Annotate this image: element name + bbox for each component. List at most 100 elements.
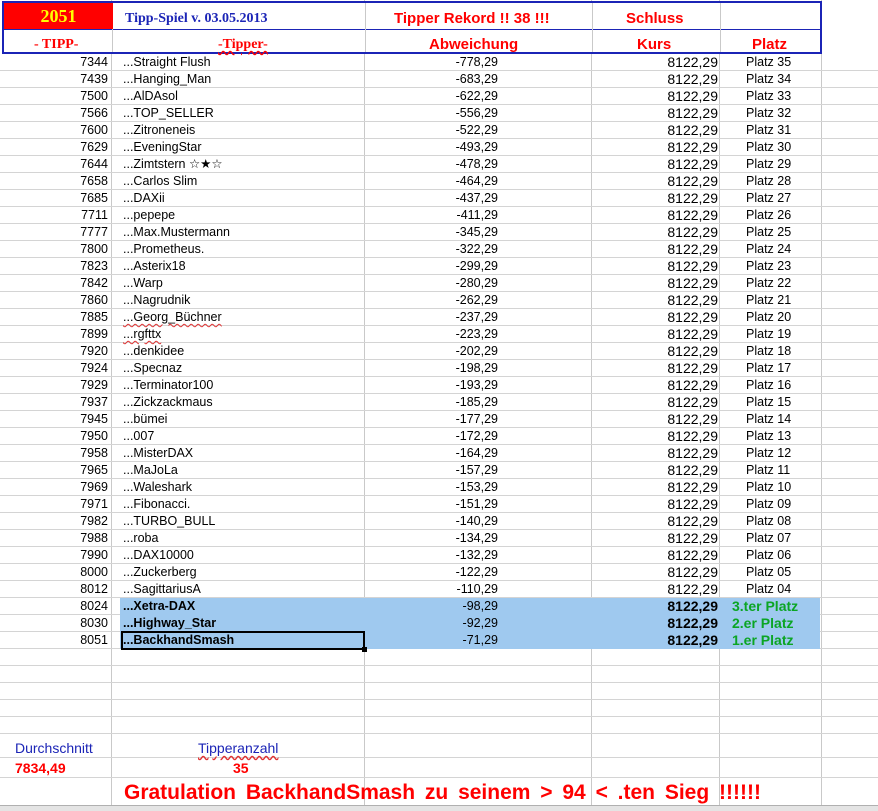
kurs-cell[interactable]: 8122,29 xyxy=(592,395,718,410)
tipper-name-cell[interactable]: ...AlDAsol xyxy=(123,89,178,104)
abweichung-cell[interactable]: -622,29 xyxy=(364,89,498,104)
tipper-name-cell[interactable]: ...Specnaz xyxy=(123,361,182,376)
tipper-name-cell[interactable]: ...roba xyxy=(123,531,158,546)
tipp-cell[interactable]: 8000 xyxy=(0,565,108,580)
abweichung-cell[interactable]: -464,29 xyxy=(364,174,498,189)
tipp-cell[interactable]: 7439 xyxy=(0,72,108,87)
abweichung-cell[interactable]: -71,29 xyxy=(364,633,498,648)
platz-cell[interactable]: Platz 14 xyxy=(746,412,791,427)
column-header-abweichung[interactable]: Abweichung xyxy=(429,36,518,53)
abweichung-cell[interactable]: -280,29 xyxy=(364,276,498,291)
platz-cell[interactable]: 2.er Platz xyxy=(732,616,793,631)
platz-cell[interactable]: Platz 25 xyxy=(746,225,791,240)
tipp-cell[interactable]: 8051 xyxy=(0,633,108,648)
abweichung-cell[interactable]: -345,29 xyxy=(364,225,498,240)
average-value[interactable]: 7834,49 xyxy=(15,760,66,776)
platz-cell[interactable]: Platz 07 xyxy=(746,531,791,546)
platz-cell[interactable]: Platz 20 xyxy=(746,310,791,325)
platz-cell[interactable]: Platz 30 xyxy=(746,140,791,155)
platz-cell[interactable]: Platz 31 xyxy=(746,123,791,138)
platz-cell[interactable]: Platz 16 xyxy=(746,378,791,393)
kurs-cell[interactable]: 8122,29 xyxy=(592,565,718,580)
kurs-cell[interactable]: 8122,29 xyxy=(592,276,718,291)
kurs-cell[interactable]: 8122,29 xyxy=(592,599,718,614)
tipper-name-cell[interactable]: ...pepepe xyxy=(123,208,175,223)
platz-cell[interactable]: Platz 21 xyxy=(746,293,791,308)
tipp-cell[interactable]: 8012 xyxy=(0,582,108,597)
platz-cell[interactable]: Platz 15 xyxy=(746,395,791,410)
platz-cell[interactable]: Platz 08 xyxy=(746,514,791,529)
tipp-cell[interactable]: 7924 xyxy=(0,361,108,376)
tipper-name-cell[interactable]: ...Carlos Slim xyxy=(123,174,197,189)
kurs-cell[interactable]: 8122,29 xyxy=(592,412,718,427)
tipp-cell[interactable]: 7842 xyxy=(0,276,108,291)
tipper-count-value[interactable]: 35 xyxy=(233,760,249,776)
abweichung-cell[interactable]: -122,29 xyxy=(364,565,498,580)
tipp-cell[interactable]: 7629 xyxy=(0,140,108,155)
tipp-cell[interactable]: 7950 xyxy=(0,429,108,444)
tipp-cell[interactable]: 7899 xyxy=(0,327,108,342)
tipp-cell[interactable]: 7929 xyxy=(0,378,108,393)
platz-cell[interactable]: Platz 34 xyxy=(746,72,791,87)
kurs-cell[interactable]: 8122,29 xyxy=(592,548,718,563)
tipper-name-cell[interactable]: ...DAX10000 xyxy=(123,548,194,563)
tipper-name-cell[interactable]: ...bümei xyxy=(123,412,167,427)
tipp-cell[interactable]: 7860 xyxy=(0,293,108,308)
fill-handle[interactable] xyxy=(362,647,367,652)
abweichung-cell[interactable]: -437,29 xyxy=(364,191,498,206)
tipper-name-cell[interactable]: ...TOP_SELLER xyxy=(123,106,214,121)
kurs-cell[interactable]: 8122,29 xyxy=(592,582,718,597)
abweichung-cell[interactable]: -193,29 xyxy=(364,378,498,393)
game-number-cell[interactable]: 2051 xyxy=(4,3,113,29)
column-header-kurs[interactable]: Kurs xyxy=(637,36,671,53)
column-header-tipp[interactable]: - TIPP- xyxy=(34,37,78,53)
abweichung-cell[interactable]: -172,29 xyxy=(364,429,498,444)
platz-cell[interactable]: 1.er Platz xyxy=(732,633,793,648)
tipper-name-cell[interactable]: ...Zuckerberg xyxy=(123,565,197,580)
platz-cell[interactable]: Platz 18 xyxy=(746,344,791,359)
platz-cell[interactable]: Platz 09 xyxy=(746,497,791,512)
kurs-cell[interactable]: 8122,29 xyxy=(592,55,718,70)
platz-cell[interactable]: Platz 17 xyxy=(746,361,791,376)
abweichung-cell[interactable]: -493,29 xyxy=(364,140,498,155)
kurs-cell[interactable]: 8122,29 xyxy=(592,361,718,376)
kurs-cell[interactable]: 8122,29 xyxy=(592,480,718,495)
platz-cell[interactable]: Platz 06 xyxy=(746,548,791,563)
kurs-cell[interactable]: 8122,29 xyxy=(592,242,718,257)
abweichung-cell[interactable]: -778,29 xyxy=(364,55,498,70)
platz-cell[interactable]: Platz 28 xyxy=(746,174,791,189)
platz-cell[interactable]: Platz 24 xyxy=(746,242,791,257)
tipper-name-cell[interactable]: ...Xetra-DAX xyxy=(123,599,195,614)
abweichung-cell[interactable]: -164,29 xyxy=(364,446,498,461)
platz-cell[interactable]: Platz 27 xyxy=(746,191,791,206)
tipp-cell[interactable]: 8024 xyxy=(0,599,108,614)
platz-cell[interactable]: Platz 19 xyxy=(746,327,791,342)
abweichung-cell[interactable]: -140,29 xyxy=(364,514,498,529)
kurs-cell[interactable]: 8122,29 xyxy=(592,72,718,87)
tipper-name-cell[interactable]: ...SagittariusA xyxy=(123,582,201,597)
platz-cell[interactable]: Platz 13 xyxy=(746,429,791,444)
tipper-name-cell[interactable]: ...Warp xyxy=(123,276,163,291)
tipper-name-cell[interactable]: ...Zickzackmaus xyxy=(123,395,213,410)
game-title-cell[interactable]: Tipp-Spiel v. 03.05.2013 xyxy=(125,11,268,27)
abweichung-cell[interactable]: -262,29 xyxy=(364,293,498,308)
abweichung-cell[interactable]: -153,29 xyxy=(364,480,498,495)
tipper-name-cell[interactable]: ...Zimtstern ☆★☆ xyxy=(123,157,223,172)
platz-cell[interactable]: Platz 11 xyxy=(746,463,790,478)
tipper-name-cell[interactable]: ...rgfttx xyxy=(123,327,161,342)
kurs-cell[interactable]: 8122,29 xyxy=(592,174,718,189)
abweichung-cell[interactable]: -683,29 xyxy=(364,72,498,87)
record-cell[interactable]: Tipper Rekord !! 38 !!! xyxy=(394,10,550,27)
abweichung-cell[interactable]: -223,29 xyxy=(364,327,498,342)
tipper-name-cell[interactable]: ...MaJoLa xyxy=(123,463,178,478)
tipp-cell[interactable]: 7937 xyxy=(0,395,108,410)
tipp-cell[interactable]: 7965 xyxy=(0,463,108,478)
kurs-cell[interactable]: 8122,29 xyxy=(592,140,718,155)
platz-cell[interactable]: 3.ter Platz xyxy=(732,599,798,614)
abweichung-cell[interactable]: -556,29 xyxy=(364,106,498,121)
tipper-name-cell[interactable]: ...Prometheus. xyxy=(123,242,204,257)
abweichung-cell[interactable]: -522,29 xyxy=(364,123,498,138)
tipper-name-cell[interactable]: ...Asterix18 xyxy=(123,259,186,274)
platz-cell[interactable]: Platz 29 xyxy=(746,157,791,172)
kurs-cell[interactable]: 8122,29 xyxy=(592,429,718,444)
